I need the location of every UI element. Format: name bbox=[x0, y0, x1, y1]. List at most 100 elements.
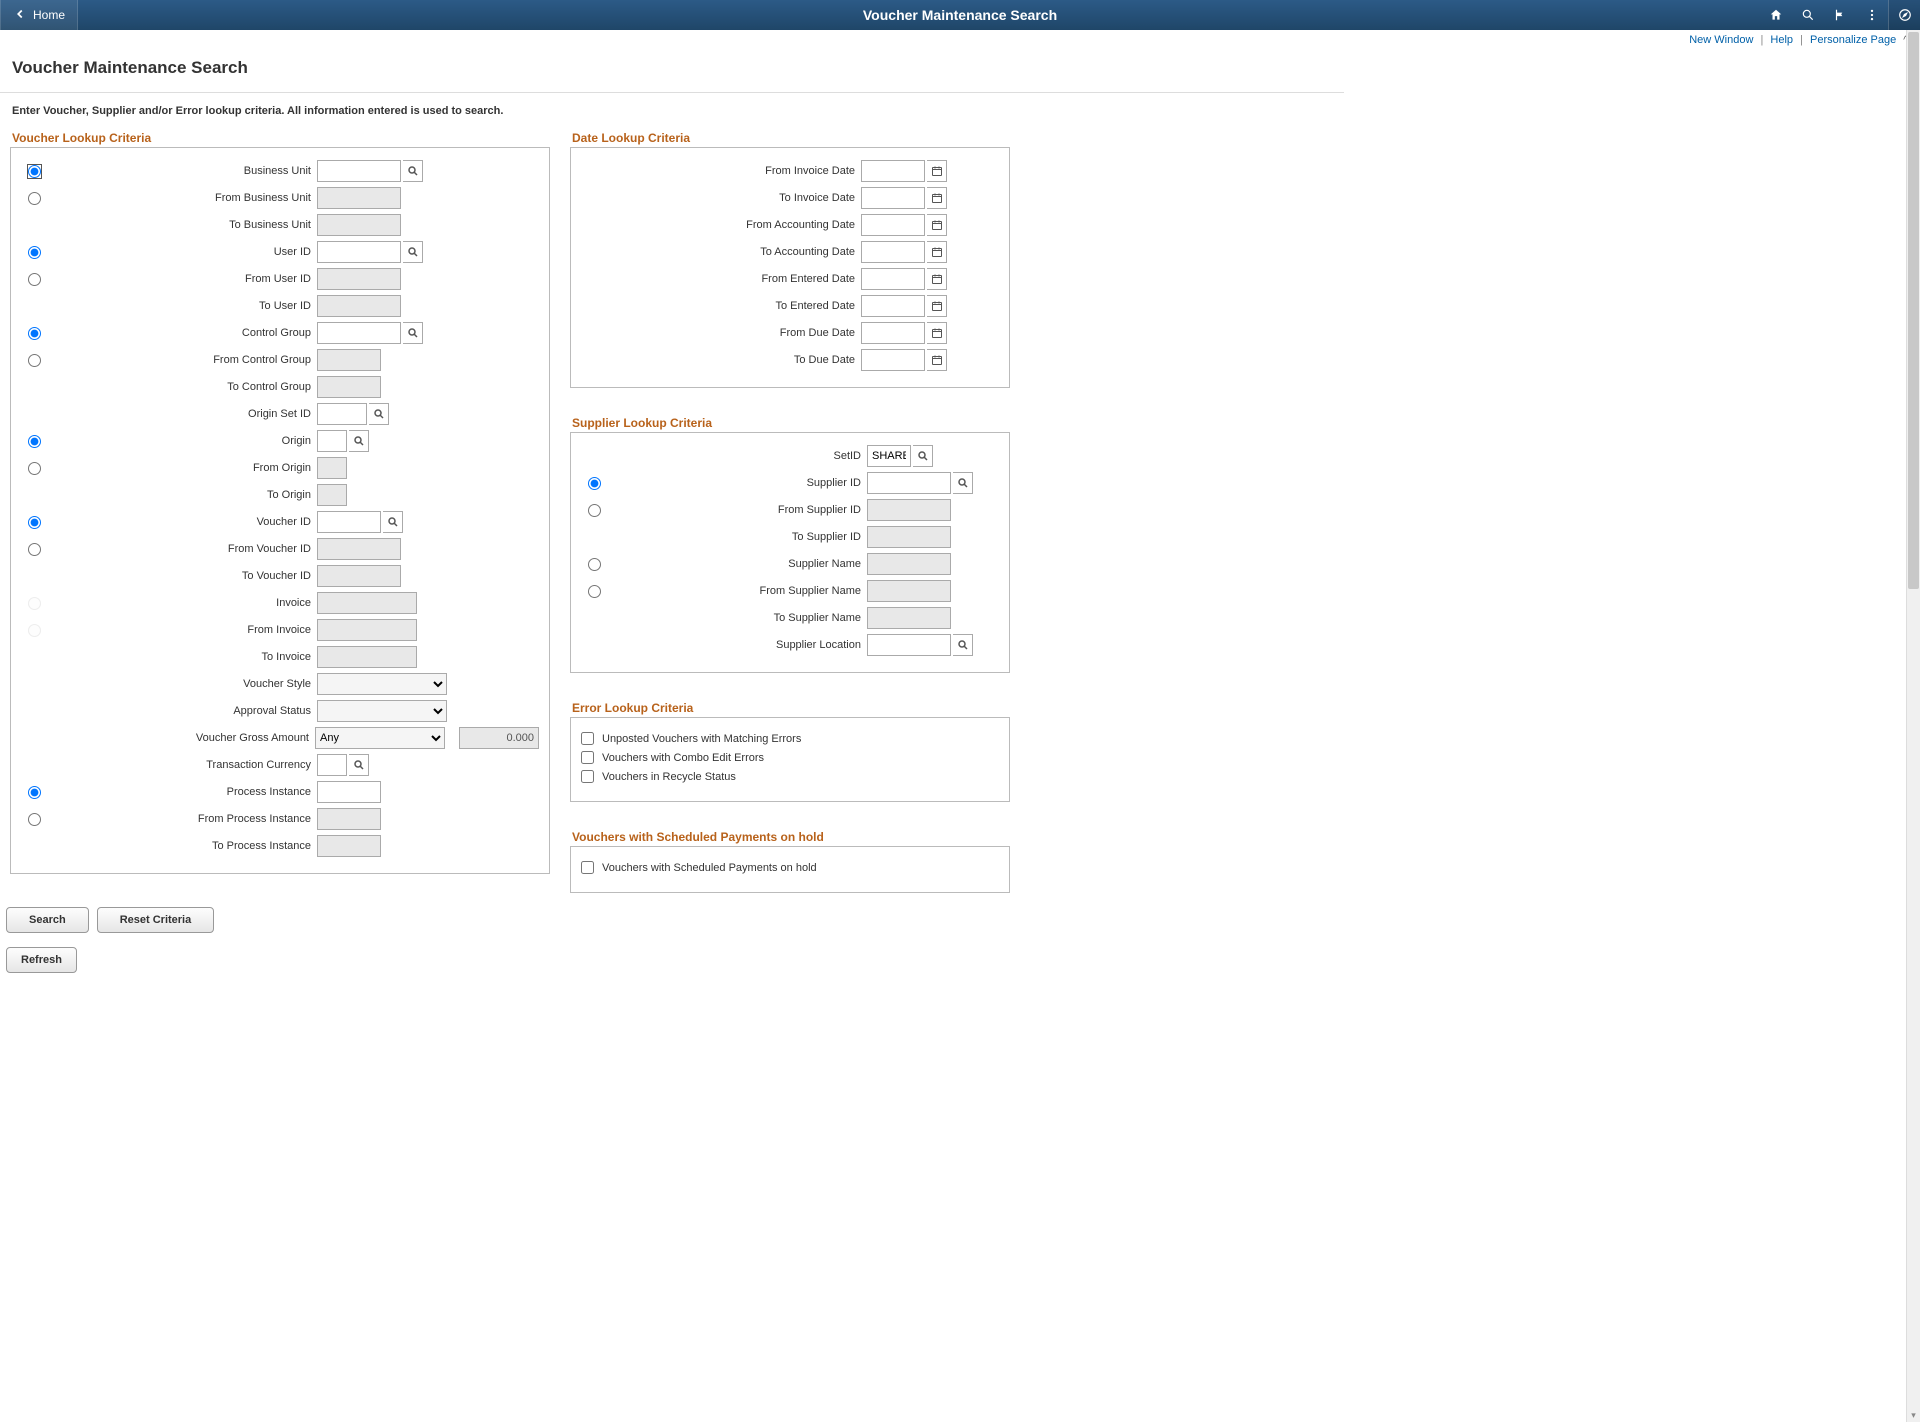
search-button[interactable]: Search bbox=[6, 907, 89, 933]
help-link[interactable]: Help bbox=[1770, 34, 1793, 46]
unposted-checkbox[interactable] bbox=[581, 732, 594, 745]
lookup-icon[interactable] bbox=[403, 160, 423, 182]
vch-single-radio[interactable] bbox=[28, 516, 41, 529]
gross-amount-label: Voucher Gross Amount bbox=[47, 732, 315, 744]
scrollbar[interactable]: ▾ bbox=[1906, 30, 1920, 1422]
to-user-input bbox=[317, 295, 401, 317]
pi-range-radio[interactable] bbox=[28, 813, 41, 826]
inv-single-radio bbox=[28, 597, 41, 610]
to-inv-date-input[interactable] bbox=[861, 187, 925, 209]
hold-checkbox[interactable] bbox=[581, 861, 594, 874]
user-single-radio[interactable] bbox=[28, 246, 41, 259]
new-window-link[interactable]: New Window bbox=[1689, 34, 1753, 46]
recycle-checkbox[interactable] bbox=[581, 770, 594, 783]
voucher-style-label: Voucher Style bbox=[47, 678, 317, 690]
home-label: Home bbox=[33, 8, 65, 22]
user-id-label: User ID bbox=[47, 246, 317, 258]
combo-checkbox[interactable] bbox=[581, 751, 594, 764]
vch-range-radio[interactable] bbox=[28, 543, 41, 556]
home-icon[interactable] bbox=[1760, 0, 1792, 30]
calendar-icon[interactable] bbox=[927, 160, 947, 182]
to-acct-date-input[interactable] bbox=[861, 241, 925, 263]
from-inv-date-label: From Invoice Date bbox=[581, 165, 861, 177]
from-inv-input bbox=[317, 619, 417, 641]
calendar-icon[interactable] bbox=[927, 349, 947, 371]
origin-single-radio[interactable] bbox=[28, 435, 41, 448]
lookup-icon[interactable] bbox=[953, 634, 973, 656]
approval-status-label: Approval Status bbox=[47, 705, 317, 717]
compass-icon[interactable] bbox=[1888, 0, 1920, 30]
pi-input[interactable] bbox=[317, 781, 381, 803]
business-unit-input[interactable] bbox=[317, 160, 401, 182]
sup-id-range-radio[interactable] bbox=[588, 504, 601, 517]
control-group-input[interactable] bbox=[317, 322, 401, 344]
approval-status-select[interactable] bbox=[317, 700, 447, 722]
sup-id-single-radio[interactable] bbox=[588, 477, 601, 490]
from-inv-date-input[interactable] bbox=[861, 160, 925, 182]
setid-label: SetID bbox=[607, 450, 867, 462]
setid-input[interactable] bbox=[867, 445, 911, 467]
pi-single-radio[interactable] bbox=[28, 786, 41, 799]
calendar-icon[interactable] bbox=[927, 241, 947, 263]
supplier-id-input[interactable] bbox=[867, 472, 951, 494]
trans-currency-input[interactable] bbox=[317, 754, 347, 776]
search-icon[interactable] bbox=[1792, 0, 1824, 30]
lookup-icon[interactable] bbox=[383, 511, 403, 533]
origin-range-radio[interactable] bbox=[28, 462, 41, 475]
voucher-id-input[interactable] bbox=[317, 511, 381, 533]
personalize-link[interactable]: Personalize Page bbox=[1810, 34, 1896, 46]
calendar-icon[interactable] bbox=[927, 295, 947, 317]
gross-amount-select[interactable]: Any bbox=[315, 727, 445, 749]
supplier-name-label: Supplier Name bbox=[607, 558, 867, 570]
sup-name-range-radio[interactable] bbox=[588, 585, 601, 598]
calendar-icon[interactable] bbox=[927, 187, 947, 209]
reset-button[interactable]: Reset Criteria bbox=[97, 907, 215, 933]
from-acct-date-input[interactable] bbox=[861, 214, 925, 236]
supplier-id-label: Supplier ID bbox=[607, 477, 867, 489]
voucher-header: Voucher Lookup Criteria bbox=[12, 131, 550, 145]
to-bu-label: To Business Unit bbox=[47, 219, 317, 231]
more-icon[interactable] bbox=[1856, 0, 1888, 30]
to-sup-name-input bbox=[867, 607, 951, 629]
to-due-date-label: To Due Date bbox=[581, 354, 861, 366]
hold-label: Vouchers with Scheduled Payments on hold bbox=[602, 862, 817, 874]
sup-loc-input[interactable] bbox=[867, 634, 951, 656]
to-pi-input bbox=[317, 835, 381, 857]
to-ent-date-input[interactable] bbox=[861, 295, 925, 317]
error-section: Unposted Vouchers with Matching Errors V… bbox=[570, 717, 1010, 802]
origin-input[interactable] bbox=[317, 430, 347, 452]
from-ent-date-input[interactable] bbox=[861, 268, 925, 290]
lookup-icon[interactable] bbox=[403, 322, 423, 344]
invoice-label: Invoice bbox=[47, 597, 317, 609]
refresh-button[interactable]: Refresh bbox=[6, 947, 77, 973]
cg-range-radio[interactable] bbox=[28, 354, 41, 367]
calendar-icon[interactable] bbox=[927, 214, 947, 236]
to-due-date-input[interactable] bbox=[861, 349, 925, 371]
lookup-icon[interactable] bbox=[403, 241, 423, 263]
recycle-label: Vouchers in Recycle Status bbox=[602, 771, 736, 783]
bu-single-radio[interactable] bbox=[28, 165, 41, 178]
to-vch-label: To Voucher ID bbox=[47, 570, 317, 582]
lookup-icon[interactable] bbox=[349, 430, 369, 452]
sup-name-single-radio[interactable] bbox=[588, 558, 601, 571]
lookup-icon[interactable] bbox=[369, 403, 389, 425]
from-vch-input bbox=[317, 538, 401, 560]
scrollbar-down-icon[interactable]: ▾ bbox=[1907, 1408, 1920, 1422]
to-pi-label: To Process Instance bbox=[47, 840, 317, 852]
calendar-icon[interactable] bbox=[927, 268, 947, 290]
user-range-radio[interactable] bbox=[28, 273, 41, 286]
lookup-icon[interactable] bbox=[953, 472, 973, 494]
origin-set-input[interactable] bbox=[317, 403, 367, 425]
from-due-date-input[interactable] bbox=[861, 322, 925, 344]
calendar-icon[interactable] bbox=[927, 322, 947, 344]
scrollbar-thumb[interactable] bbox=[1908, 32, 1919, 589]
user-id-input[interactable] bbox=[317, 241, 401, 263]
from-sup-id-label: From Supplier ID bbox=[607, 504, 867, 516]
voucher-style-select[interactable] bbox=[317, 673, 447, 695]
lookup-icon[interactable] bbox=[913, 445, 933, 467]
cg-single-radio[interactable] bbox=[28, 327, 41, 340]
flag-icon[interactable] bbox=[1824, 0, 1856, 30]
home-button[interactable]: Home bbox=[0, 0, 78, 30]
bu-range-radio[interactable] bbox=[28, 192, 41, 205]
lookup-icon[interactable] bbox=[349, 754, 369, 776]
